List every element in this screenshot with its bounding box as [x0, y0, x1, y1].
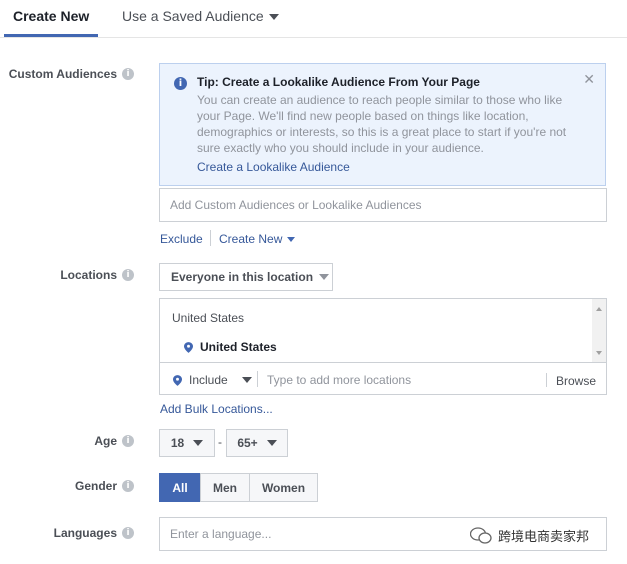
tip-title: Tip: Create a Lookalike Audience From Yo…: [197, 75, 480, 89]
exclude-link[interactable]: Exclude: [160, 232, 203, 246]
languages-label-text: Languages: [53, 526, 117, 540]
gender-men-button[interactable]: Men: [200, 473, 250, 502]
age-label-text: Age: [94, 434, 117, 448]
tab-create-new[interactable]: Create New: [13, 8, 89, 24]
info-icon[interactable]: i: [122, 480, 134, 492]
gender-women-button[interactable]: Women: [249, 473, 318, 502]
location-type-value: Everyone in this location: [171, 270, 314, 284]
chevron-down-icon: [287, 237, 296, 243]
divider: [160, 362, 606, 363]
info-icon[interactable]: i: [122, 435, 134, 447]
info-icon[interactable]: i: [122, 527, 134, 539]
browse-button[interactable]: Browse: [556, 374, 596, 388]
location-pin-icon: [173, 374, 182, 386]
selected-location-label: United States: [200, 340, 277, 354]
wechat-icon: [470, 526, 492, 544]
watermark-text: 跨境电商卖家邦: [498, 530, 590, 545]
age-min-dropdown[interactable]: 18: [159, 429, 215, 457]
create-new-label: Create New: [219, 232, 283, 246]
scroll-up-icon[interactable]: [596, 307, 602, 311]
scroll-down-icon[interactable]: [596, 351, 602, 355]
gender-all-button[interactable]: All: [159, 473, 201, 502]
info-icon[interactable]: i: [122, 68, 134, 80]
age-label: Age i: [94, 434, 134, 448]
locations-label: Locations i: [60, 268, 134, 282]
location-type-dropdown[interactable]: Everyone in this location: [159, 263, 333, 291]
include-dropdown[interactable]: Include: [173, 373, 252, 387]
divider: [257, 371, 258, 387]
close-icon[interactable]: ✕: [583, 72, 595, 88]
chevron-down-icon: [268, 14, 279, 21]
age-min-value: 18: [170, 436, 185, 450]
locations-box: United States United States Include Type…: [159, 298, 607, 395]
tab-use-saved-audience[interactable]: Use a Saved Audience: [122, 8, 279, 24]
tip-body: You can create an audience to reach peop…: [197, 93, 567, 155]
watermark: 跨境电商卖家邦: [470, 526, 589, 545]
chevron-down-icon: [266, 440, 277, 446]
chevron-down-icon: [193, 440, 204, 446]
create-lookalike-link[interactable]: Create a Lookalike Audience: [197, 160, 350, 174]
age-range-separator: -: [218, 435, 222, 449]
selected-location[interactable]: United States: [184, 340, 277, 354]
info-icon[interactable]: i: [122, 269, 134, 281]
custom-audiences-label-text: Custom Audiences: [8, 67, 117, 81]
info-icon: i: [174, 77, 187, 90]
lookalike-tip-box: i Tip: Create a Lookalike Audience From …: [159, 63, 606, 186]
location-pin-icon: [184, 341, 193, 353]
tab-label: Use a Saved Audience: [122, 8, 264, 24]
add-bulk-locations-link[interactable]: Add Bulk Locations...: [160, 402, 273, 416]
age-max-value: 65+: [237, 436, 258, 450]
custom-audiences-input[interactable]: Add Custom Audiences or Lookalike Audien…: [159, 188, 607, 222]
languages-label: Languages i: [54, 526, 134, 540]
location-list-scrollbar[interactable]: [592, 299, 606, 363]
include-label: Include: [189, 373, 228, 387]
location-search-input[interactable]: Type to add more locations: [267, 373, 411, 387]
gender-label: Gender i: [75, 479, 134, 493]
age-max-dropdown[interactable]: 65+: [226, 429, 288, 457]
divider: [210, 230, 211, 246]
location-group-header: United States: [172, 311, 245, 325]
custom-audiences-label: Custom Audiences i: [9, 67, 134, 81]
divider: [546, 373, 547, 387]
chevron-down-icon: [319, 274, 330, 280]
gender-label-text: Gender: [74, 479, 117, 493]
chevron-down-icon: [241, 377, 252, 383]
locations-label-text: Locations: [60, 268, 117, 282]
create-new-dropdown[interactable]: Create New: [219, 232, 296, 246]
tabs-divider: [0, 37, 627, 38]
